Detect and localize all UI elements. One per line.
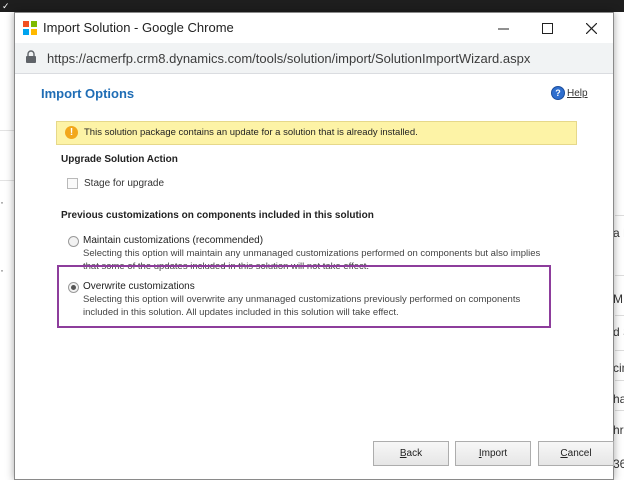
background-divider [615,350,624,351]
import-options-dialog: Import Options ? Help ! This solution pa… [15,74,614,479]
background-text: hr [613,423,624,437]
back-button-label: ack [406,448,423,459]
background-divider [615,215,624,216]
stage-for-upgrade-label[interactable]: Stage for upgrade [84,178,164,189]
cancel-button[interactable]: Cancel [538,441,614,466]
windows-logo-icon [23,21,37,35]
import-button[interactable]: Import [455,441,531,466]
maximize-icon [541,22,553,34]
import-button-label: mport [481,448,508,459]
close-icon [585,22,597,34]
overwrite-customizations-label[interactable]: Overwrite customizations [83,281,195,292]
background-text: d S [613,325,624,339]
stage-for-upgrade-checkbox[interactable] [67,178,78,189]
close-button[interactable] [569,13,613,43]
background-divider [0,130,14,131]
maintain-customizations-radio[interactable] [68,236,79,247]
customizations-section-title: Previous customizations on components in… [61,210,374,221]
warning-text: This solution package contains an update… [84,127,418,138]
background-text: a P [613,226,624,240]
upgrade-section-title: Upgrade Solution Action [61,154,178,165]
warning-icon: ! [65,126,78,139]
lock-icon [26,50,36,63]
maximize-button[interactable] [525,13,569,43]
background-text: 365 [613,457,624,471]
help-label[interactable]: Help [567,88,588,99]
background-text: cin [613,361,624,375]
cancel-button-access-key: C [560,448,568,459]
radio-selected-dot [71,285,76,290]
minimize-icon [497,28,509,29]
background-divider [615,410,624,411]
background-text: M [613,292,623,306]
warning-banner: ! This solution package contains an upda… [56,121,577,145]
address-bar[interactable]: https://acmerfp.crm8.dynamics.com/tools/… [15,43,613,74]
overwrite-customizations-radio[interactable] [68,282,79,293]
page-title: Import Options [41,86,135,101]
help-icon[interactable]: ? [551,86,565,100]
back-button-access-key: B [399,448,407,459]
help-link[interactable]: ? Help [551,86,588,100]
minimize-button[interactable] [481,13,525,43]
overwrite-customizations-description: Selecting this option will overwrite any… [83,294,521,318]
background-divider [0,180,14,181]
background-divider [615,380,624,381]
import-solution-window: Import Solution - Google Chrome https://… [14,12,614,480]
maintain-customizations-label[interactable]: Maintain customizations (recommended) [83,235,263,246]
background-text: · [0,195,4,209]
cancel-button-label: ancel [567,448,592,459]
title-bar: Import Solution - Google Chrome [15,13,613,43]
window-title: Import Solution - Google Chrome [43,20,234,35]
background-taskbar: ✓ [0,0,624,12]
back-button[interactable]: Back [373,441,449,466]
url-text[interactable]: https://acmerfp.crm8.dynamics.com/tools/… [47,51,530,66]
background-divider [615,315,624,316]
chevron-icon: ✓ [2,1,10,11]
background-divider [615,275,624,276]
background-text: · [0,263,4,277]
background-text: ha [613,392,624,406]
